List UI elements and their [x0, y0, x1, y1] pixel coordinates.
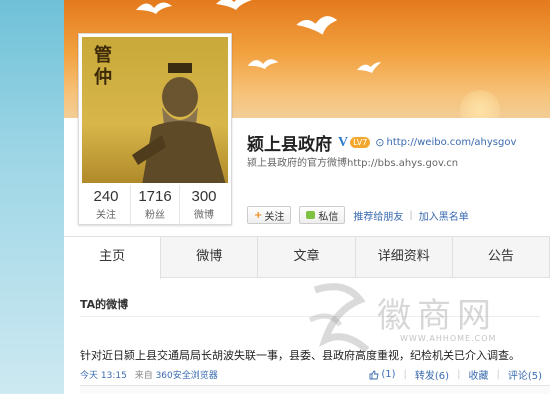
separator: |: [409, 209, 413, 221]
message-label: 私信: [318, 211, 339, 223]
dove-icon: [216, 0, 252, 10]
thumbs-up-icon: [369, 370, 379, 379]
follow-label: 关注: [264, 211, 285, 223]
profile-stats: 240 关注 1716 粉丝 300 微博: [82, 185, 228, 225]
dove-icon: [357, 62, 381, 73]
recommend-link[interactable]: 推荐给朋友: [353, 208, 403, 223]
tab-details[interactable]: 详细资料: [356, 237, 453, 277]
level-badge[interactable]: LV7: [350, 137, 371, 148]
stat-value: 1716: [138, 188, 172, 205]
feed-section-title: TA的微博: [80, 298, 129, 311]
sun-glow: [460, 90, 500, 118]
stat-following[interactable]: 240 关注: [82, 185, 131, 225]
blacklist-link[interactable]: 加入黑名单: [419, 208, 469, 223]
statue-figure-icon: [132, 63, 226, 183]
profile-actions: + 关注 私信 推荐给朋友 | 加入黑名单: [247, 206, 469, 224]
comment-link[interactable]: 评论(5): [508, 367, 542, 382]
profile-description: 颍上县政府的官方微博http://bbs.ahys.gov.cn: [247, 158, 459, 169]
follow-button[interactable]: + 关注: [247, 206, 292, 224]
tab-weibo[interactable]: 微博: [161, 237, 259, 277]
stat-followers[interactable]: 1716 粉丝: [131, 185, 180, 225]
profile-header: 颍上县政府 V LV7 ⊙ http://weibo.com/ahysgov: [247, 130, 516, 156]
tab-articles[interactable]: 文章: [258, 237, 356, 277]
post-meta: 今天 13:15 来自 360安全浏览器: [80, 368, 218, 381]
dove-icon: [247, 59, 279, 70]
post-source[interactable]: 360安全浏览器: [156, 371, 218, 381]
message-button[interactable]: 私信: [299, 206, 346, 224]
dove-icon: [296, 16, 338, 35]
like-count: (1): [381, 369, 396, 380]
stat-label: 关注: [96, 210, 116, 221]
stat-label: 粉丝: [145, 210, 165, 221]
separator: |: [457, 369, 461, 380]
post-time[interactable]: 今天 13:15: [80, 371, 127, 381]
post-actions: (1) | 转发(6) | 收藏 | 评论(5): [369, 367, 542, 382]
dove-icon: [136, 2, 172, 14]
avatar[interactable]: 管仲: [82, 37, 228, 183]
avatar-card: 管仲 240 关注 1716 粉丝 300 微博: [78, 33, 232, 225]
stat-value: 300: [191, 188, 217, 205]
profile-tabs: 主页 微博 文章 详细资料 公告: [64, 236, 550, 279]
profile-name: 颍上县政府: [247, 135, 332, 155]
separator: |: [403, 369, 407, 380]
post-source-prefix: 来自: [134, 371, 153, 381]
separator: |: [496, 369, 500, 380]
post-text: 针对近日颍上县交通局局长胡波失联一事，县委、县政府高度重视，纪检机关已介入调查。: [80, 349, 520, 362]
stat-posts[interactable]: 300 微博: [180, 185, 228, 225]
link-icon: ⊙: [375, 136, 385, 149]
verified-badge[interactable]: V: [338, 135, 348, 151]
repost-link[interactable]: 转发(6): [415, 367, 449, 382]
profile-url-link[interactable]: http://weibo.com/ahysgov: [386, 137, 516, 148]
favorite-link[interactable]: 收藏: [468, 367, 488, 382]
divider: [80, 316, 540, 317]
stat-value: 240: [93, 188, 119, 205]
comment-area: [80, 385, 550, 394]
message-icon: [306, 211, 316, 219]
like-button[interactable]: (1): [369, 369, 396, 380]
stat-label: 微博: [194, 210, 214, 221]
tab-home[interactable]: 主页: [64, 237, 162, 279]
plus-icon: +: [254, 209, 263, 221]
tab-announcements[interactable]: 公告: [453, 237, 550, 277]
